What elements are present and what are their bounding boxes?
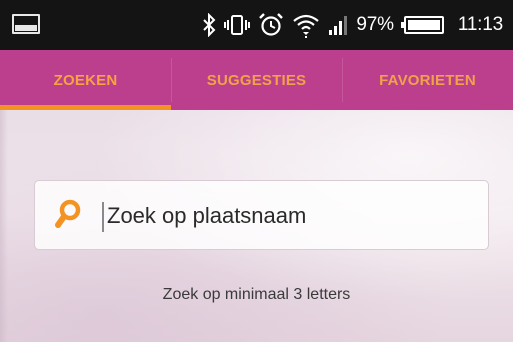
battery-percent: 97% <box>356 14 394 35</box>
status-bar: 97% 11:13 <box>0 0 513 50</box>
search-box[interactable] <box>34 180 489 250</box>
signal-icon <box>328 15 348 35</box>
text-cursor <box>102 202 104 232</box>
vibrate-icon <box>224 13 251 37</box>
status-time: 11:13 <box>457 14 503 35</box>
notification-icon <box>12 14 40 34</box>
alarm-icon <box>258 12 284 38</box>
tab-suggesties[interactable]: SUGGESTIES <box>171 50 342 110</box>
tab-favorieten[interactable]: FAVORIETEN <box>342 50 513 110</box>
search-icon <box>55 199 83 229</box>
search-panel: Zoek op minimaal 3 letters <box>0 110 513 342</box>
search-input[interactable] <box>107 199 477 233</box>
tab-zoeken[interactable]: ZOEKEN <box>0 50 171 110</box>
wifi-icon <box>292 12 320 38</box>
battery-icon <box>400 16 444 34</box>
bluetooth-icon <box>202 13 216 37</box>
tab-bar: ZOEKEN SUGGESTIES FAVORIETEN <box>0 50 513 110</box>
status-icons: 97% 11:13 <box>202 0 503 50</box>
search-hint: Zoek op minimaal 3 letters <box>162 286 351 303</box>
